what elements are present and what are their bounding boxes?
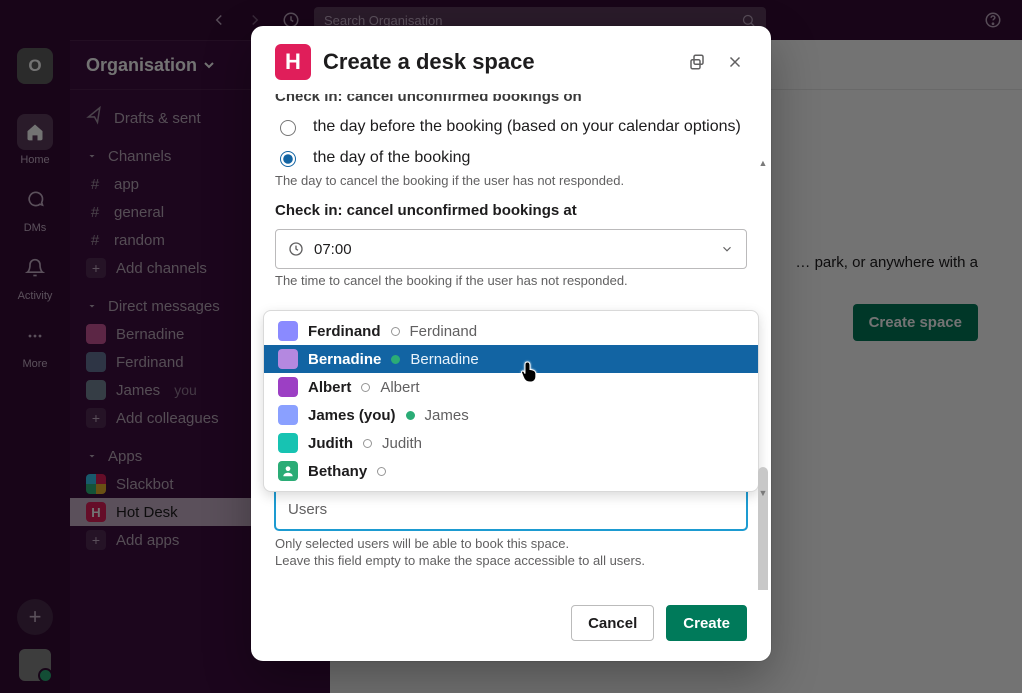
- modal-scrollbar[interactable]: ▲ ▼: [758, 162, 768, 494]
- user-name: Albert: [308, 379, 351, 396]
- chevron-down-icon: [720, 242, 734, 256]
- users-input[interactable]: Users: [275, 488, 747, 530]
- user-name: Ferdinand: [308, 323, 381, 340]
- user-display-name: Albert: [380, 379, 419, 396]
- user-option-albert[interactable]: Albert Albert: [264, 373, 758, 401]
- users-dropdown-menu: Ferdinand Ferdinand Bernadine Bernadine Albe…: [263, 310, 759, 492]
- avatar: [278, 349, 298, 369]
- avatar: [278, 405, 298, 425]
- avatar: [278, 377, 298, 397]
- modal-title: Create a desk space: [323, 49, 673, 75]
- modal-app-icon: H: [275, 44, 311, 80]
- radio-day-of[interactable]: the day of the booking: [275, 148, 747, 167]
- open-new-window-button[interactable]: [685, 50, 709, 74]
- field-label-cancel-on: Check in: cancel unconfirmed bookings on: [275, 94, 747, 105]
- radio-day-before[interactable]: the day before the booking (based on you…: [275, 117, 747, 136]
- user-name: James (you): [308, 407, 396, 424]
- user-option-judith[interactable]: Judith Judith: [264, 429, 758, 457]
- avatar: [278, 321, 298, 341]
- user-display-name: James: [425, 407, 469, 424]
- user-option-bernadine[interactable]: Bernadine Bernadine: [264, 345, 758, 373]
- user-option-ferdinand[interactable]: Ferdinand Ferdinand: [264, 317, 758, 345]
- modal-close-button[interactable]: [723, 50, 747, 74]
- helper-users-1: Only selected users will be able to book…: [275, 536, 747, 551]
- user-name: Judith: [308, 435, 353, 452]
- helper-users-2: Leave this field empty to make the space…: [275, 553, 747, 568]
- user-name: Bernadine: [308, 351, 381, 368]
- user-option-bethany[interactable]: Bethany: [264, 457, 758, 485]
- presence-dot: [391, 355, 400, 364]
- clock-icon: [288, 241, 304, 257]
- avatar: [278, 461, 298, 481]
- modal-create-desk-space: H Create a desk space Check in: cancel u…: [251, 26, 771, 661]
- field-label-cancel-at: Check in: cancel unconfirmed bookings at: [275, 202, 747, 219]
- create-button[interactable]: Create: [666, 605, 747, 641]
- presence-dot: [363, 439, 372, 448]
- time-select[interactable]: 07:00: [275, 229, 747, 269]
- presence-dot: [406, 411, 415, 420]
- user-display-name: Judith: [382, 435, 422, 452]
- presence-dot: [377, 467, 386, 476]
- user-display-name: Ferdinand: [410, 323, 478, 340]
- presence-dot: [361, 383, 370, 392]
- avatar: [278, 433, 298, 453]
- user-display-name: Bernadine: [410, 351, 478, 368]
- helper-cancel-at: The time to cancel the booking if the us…: [275, 273, 747, 288]
- cancel-button[interactable]: Cancel: [571, 605, 654, 641]
- user-name: Bethany: [308, 463, 367, 480]
- user-option-james-you-[interactable]: James (you) James: [264, 401, 758, 429]
- presence-dot: [391, 327, 400, 336]
- helper-cancel-on: The day to cancel the booking if the use…: [275, 173, 747, 188]
